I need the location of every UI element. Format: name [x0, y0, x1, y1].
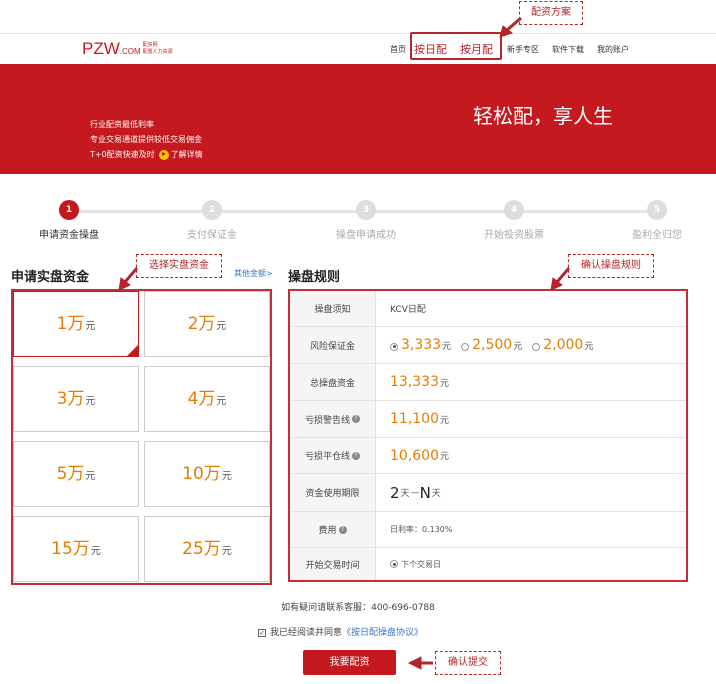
callout-arrows — [118, 16, 571, 670]
arrow-submit-head — [407, 656, 422, 670]
arrow-rules — [555, 267, 571, 283]
arrow-select — [123, 267, 139, 283]
arrow-plan — [505, 16, 522, 33]
